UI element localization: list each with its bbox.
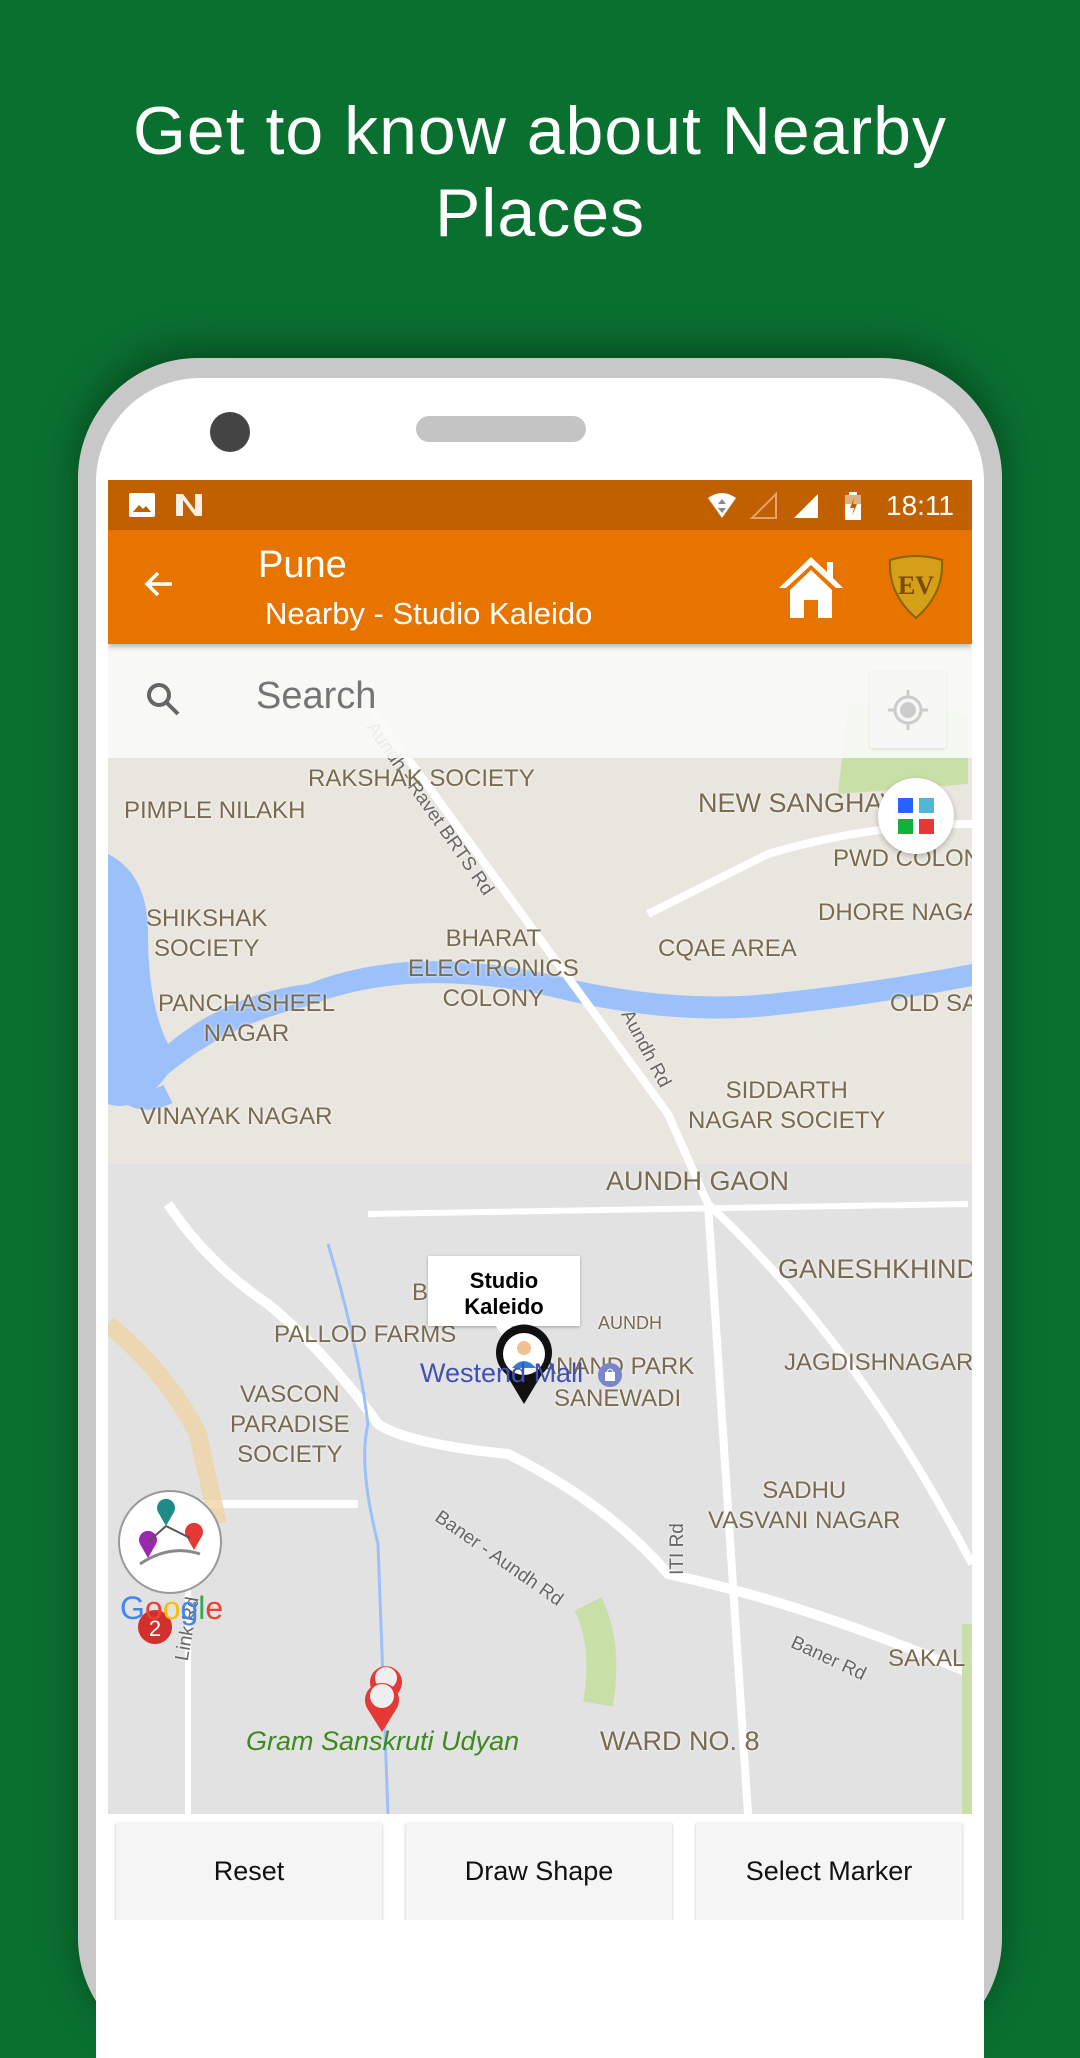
n-icon <box>176 494 202 516</box>
phone-screen: 18:11 Pune Nearby - Studio Kaleido EV Au… <box>108 480 972 1920</box>
search-input[interactable] <box>254 674 778 719</box>
map-label-ward-8: WARD NO. 8 <box>600 1726 760 1756</box>
app-subtitle: Nearby - Studio Kaleido <box>265 596 593 631</box>
select-marker-button[interactable]: Select Marker <box>696 1822 962 1920</box>
map-label-vinayak-nagar: VINAYAK NAGAR <box>140 1103 333 1130</box>
svg-text:EV: EV <box>898 571 934 600</box>
map-label-shikshak: SHIKSHAK SOCIETY <box>146 905 268 962</box>
map-label-sadhu-vasvani: SADHU VASVANI NAGAR <box>708 1477 901 1534</box>
map-label-aundh-gaon: AUNDH GAON <box>606 1166 790 1196</box>
grid-square-red <box>919 819 934 834</box>
draw-shape-button[interactable]: Draw Shape <box>406 1822 672 1920</box>
home-icon[interactable] <box>776 554 846 620</box>
search-bar <box>108 644 972 758</box>
reset-button[interactable]: Reset <box>116 1822 382 1920</box>
map-label-bharat-electronics: BHARAT ELECTRONICS COLONY <box>408 925 579 1012</box>
grid-square-cyan <box>919 798 934 813</box>
shopping-bag-icon <box>597 1362 622 1387</box>
crosshair-location-icon <box>888 690 928 730</box>
bottom-action-bar: Reset Draw Shape Select Marker <box>108 1814 972 1920</box>
phone-camera <box>210 412 250 452</box>
map-label-old-sangvi: OLD SANGVI <box>890 990 972 1017</box>
map-label-new-sanghavi: NEW SANGHAVI <box>698 788 907 818</box>
promo-headline-line1: Get to know about Nearby <box>132 93 947 169</box>
app-bar: Pune Nearby - Studio Kaleido EV <box>108 530 972 644</box>
map-label-jagdishnagar: JAGDISHNAGAR <box>784 1349 972 1376</box>
google-attribution: Google <box>120 1590 224 1626</box>
battery-charging-icon <box>845 492 861 520</box>
status-bar: 18:11 <box>108 480 972 530</box>
promo-headline-line2: Places <box>434 175 646 251</box>
my-location-button[interactable] <box>870 672 946 748</box>
search-icon[interactable] <box>144 680 184 720</box>
map-label-pimple-nilakh: PIMPLE NILAKH <box>124 797 306 824</box>
marker-info-window[interactable]: Studio Kaleido <box>428 1256 580 1340</box>
phone-speaker <box>416 416 586 442</box>
route-app-fab[interactable] <box>118 1490 222 1594</box>
map-label-siddarth: SIDDARTH NAGAR SOCIETY <box>688 1077 886 1134</box>
grid-square-green <box>898 819 913 834</box>
multi-pin-route-icon <box>139 1498 203 1566</box>
grid-square-blue <box>898 798 913 813</box>
poi-westend-mall[interactable]: Westend Mall <box>420 1358 623 1389</box>
status-time: 18:11 <box>886 490 954 521</box>
park-label: Gram Sanskruti Udyan <box>246 1726 520 1756</box>
map-label-sakal-nagar: SAKAL NAGAR <box>888 1645 972 1672</box>
app-title: Pune <box>258 544 347 586</box>
image-icon <box>129 493 155 517</box>
promo-headline: Get to know about Nearby Places <box>0 90 1080 254</box>
map-label-cqae-area: CQAE AREA <box>658 935 797 962</box>
map-label-panchasheel: PANCHASHEEL NAGAR <box>158 990 335 1047</box>
map-view[interactable]: Aundh - Ravet BRTS Rd Aundh Rd Baner - A… <box>108 644 972 1814</box>
road-label: ITI Rd <box>666 1523 688 1575</box>
map-type-grid-button[interactable] <box>878 778 954 854</box>
signal-empty-icon <box>750 492 777 519</box>
wifi-icon <box>708 493 736 518</box>
map-label-ganeshkhind: GANESHKHIND <box>778 1254 972 1284</box>
signal-full-icon <box>794 494 818 518</box>
map-label-vascon: VASCON PARADISE SOCIETY <box>230 1381 350 1468</box>
map-label-dhore-nagar: DHORE NAGAR <box>818 899 972 926</box>
map-label-rakshak: RAKSHAK SOCIETY <box>308 765 535 792</box>
poi-name: Westend Mall <box>420 1358 584 1388</box>
map-label-aundh: AUNDH <box>598 1313 663 1333</box>
place-marker-cluster[interactable] <box>356 1656 412 1736</box>
ev-shield-logo-icon[interactable]: EV <box>886 554 946 620</box>
arrow-left-icon[interactable] <box>138 562 182 606</box>
